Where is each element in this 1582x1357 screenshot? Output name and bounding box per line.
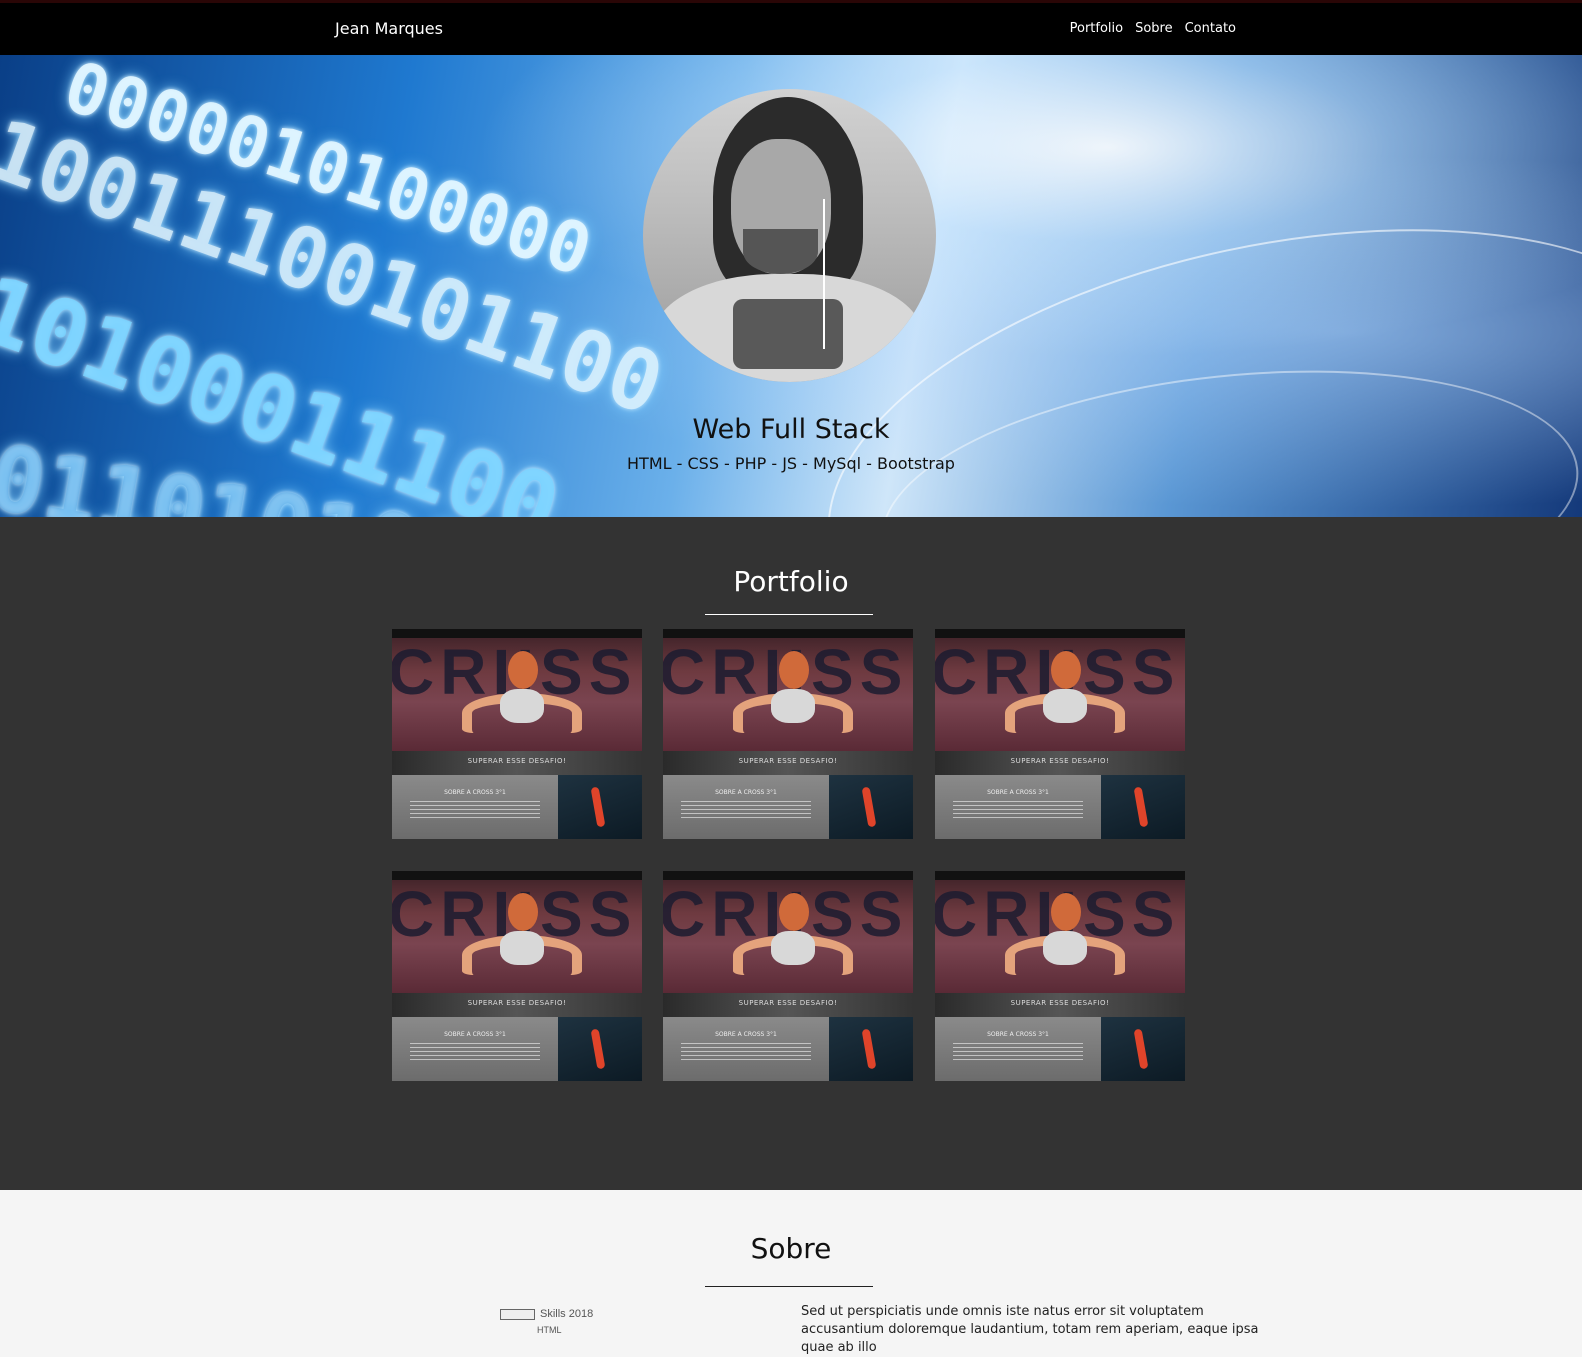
skills-label: Skills 2018 bbox=[540, 1308, 594, 1320]
portfolio-item[interactable]: CRIISS SUPERAR ESSE DESAFIO! SOBRE A CROSS… bbox=[935, 871, 1185, 1081]
skills-item: HTML bbox=[537, 1325, 562, 1335]
portfolio-item[interactable]: CRIISS SUPERAR ESSE DESAFIO! SOBRE A CROSS… bbox=[935, 629, 1185, 839]
portfolio-thumbnail: CRIISS bbox=[392, 871, 642, 993]
avatar bbox=[643, 89, 936, 382]
title-divider bbox=[705, 614, 873, 615]
portfolio-title: Portfolio bbox=[733, 565, 849, 598]
sobre-title: Sobre bbox=[750, 1232, 832, 1265]
portfolio-thumbnail: CRIISS bbox=[935, 629, 1185, 751]
hero-title: Web Full Stack bbox=[692, 414, 890, 445]
portfolio-banner-text: SUPERAR ESSE DESAFIO! bbox=[1010, 999, 1110, 1007]
portfolio-thumbnail: CRIISS bbox=[663, 629, 913, 751]
portfolio-section-text: SOBRE A CROSS 3°1 bbox=[715, 1031, 777, 1038]
portfolio-thumbnail: CRIISS bbox=[663, 871, 913, 993]
portfolio-section-text: SOBRE A CROSS 3°1 bbox=[987, 1031, 1049, 1038]
sobre-section: Sobre Skills 2018 HTML Sed ut perspiciat… bbox=[0, 1190, 1582, 1355]
brand[interactable]: Jean Marques bbox=[335, 19, 443, 38]
nav-links: Portfolio Sobre Contato bbox=[1070, 21, 1236, 36]
hero-subtitle: HTML - CSS - PHP - JS - MySql - Bootstra… bbox=[627, 454, 955, 473]
portfolio-section-text: SOBRE A CROSS 3°1 bbox=[444, 789, 506, 796]
nav-link-sobre[interactable]: Sobre bbox=[1135, 21, 1173, 36]
skills-chart-legend bbox=[500, 1309, 535, 1320]
portfolio-section-text: SOBRE A CROSS 3°1 bbox=[444, 1031, 506, 1038]
portfolio-item[interactable]: CRIISS SUPERAR ESSE DESAFIO! SOBRE A CROSS… bbox=[392, 629, 642, 839]
portfolio-item[interactable]: CRIISS SUPERAR ESSE DESAFIO! SOBRE A CROSS… bbox=[392, 871, 642, 1081]
portfolio-banner-text: SUPERAR ESSE DESAFIO! bbox=[1010, 757, 1110, 765]
navbar: Jean Marques Portfolio Sobre Contato bbox=[0, 0, 1582, 55]
nav-link-contato[interactable]: Contato bbox=[1185, 21, 1236, 36]
hero-banner: 0000010100000 10011100101100 10100011100… bbox=[0, 55, 1582, 517]
portfolio-item[interactable]: CRIISS SUPERAR ESSE DESAFIO! SOBRE A CROSS… bbox=[663, 629, 913, 839]
portfolio-thumbnail: CRIISS bbox=[392, 629, 642, 751]
sobre-text: Sed ut perspiciatis unde omnis iste natu… bbox=[801, 1304, 1259, 1355]
portfolio-banner-text: SUPERAR ESSE DESAFIO! bbox=[738, 999, 838, 1007]
nav-link-portfolio[interactable]: Portfolio bbox=[1070, 21, 1123, 36]
portfolio-section-text: SOBRE A CROSS 3°1 bbox=[715, 789, 777, 796]
portfolio-section-text: SOBRE A CROSS 3°1 bbox=[987, 789, 1049, 796]
portfolio-item[interactable]: CRIISS SUPERAR ESSE DESAFIO! SOBRE A CROSS… bbox=[663, 871, 913, 1081]
portfolio-section: Portfolio CRIISS SUPERAR ESSE DESAFIO! SOB… bbox=[0, 517, 1582, 1190]
portfolio-banner-text: SUPERAR ESSE DESAFIO! bbox=[467, 999, 567, 1007]
portfolio-banner-text: SUPERAR ESSE DESAFIO! bbox=[738, 757, 838, 765]
portfolio-thumbnail: CRIISS bbox=[935, 871, 1185, 993]
title-divider bbox=[705, 1286, 873, 1287]
portfolio-banner-text: SUPERAR ESSE DESAFIO! bbox=[467, 757, 567, 765]
